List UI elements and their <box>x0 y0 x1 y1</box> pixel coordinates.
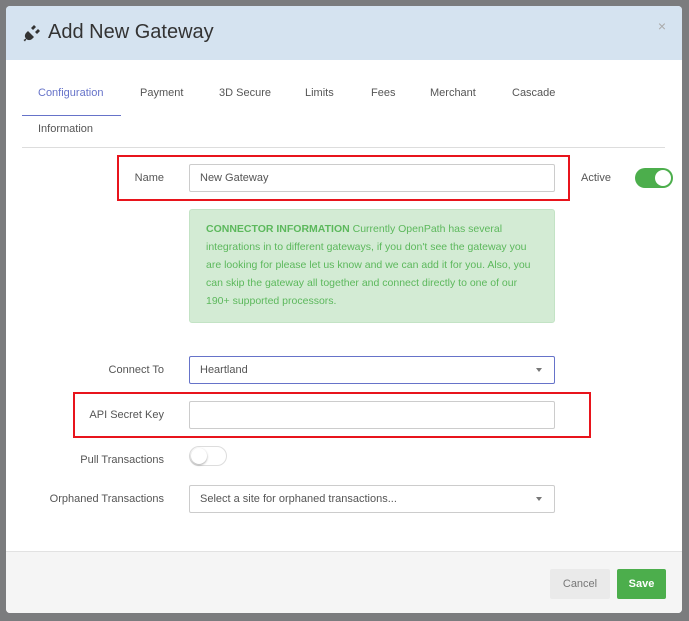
connector-info-alert: CONNECTOR INFORMATION Currently OpenPath… <box>189 209 555 323</box>
info-text: Currently OpenPath has several integrati… <box>206 223 531 307</box>
orphaned-transactions-select[interactable]: Select a site for orphaned transactions.… <box>189 485 555 513</box>
name-input[interactable]: New Gateway <box>189 164 555 192</box>
save-button[interactable]: Save <box>617 569 666 599</box>
api-secret-key-input[interactable] <box>189 401 555 429</box>
tab-payment[interactable]: Payment <box>140 87 183 99</box>
orphaned-placeholder: Select a site for orphaned transactions.… <box>200 493 397 505</box>
info-title: CONNECTOR INFORMATION <box>206 223 350 235</box>
modal-title: Add New Gateway <box>22 21 214 44</box>
tab-bar: Configuration Payment 3D Secure Limits F… <box>22 78 665 148</box>
tab-3d-secure[interactable]: 3D Secure <box>219 87 271 99</box>
chevron-down-icon <box>536 497 542 501</box>
tab-configuration[interactable]: Configuration <box>38 87 103 99</box>
tab-limits[interactable]: Limits <box>305 87 334 99</box>
tab-fees[interactable]: Fees <box>371 87 395 99</box>
orphaned-transactions-label: Orphaned Transactions <box>49 493 164 505</box>
active-label: Active <box>581 172 611 184</box>
modal-title-text: Add New Gateway <box>48 21 214 43</box>
toggle-knob <box>655 170 671 186</box>
add-gateway-modal: Add New Gateway × Configuration Payment … <box>6 6 682 613</box>
toggle-knob <box>191 448 207 464</box>
connect-to-label: Connect To <box>108 364 164 376</box>
active-tab-indicator <box>22 115 121 116</box>
active-toggle[interactable] <box>635 168 673 188</box>
chevron-down-icon <box>536 368 542 372</box>
tab-cascade[interactable]: Cascade <box>512 87 555 99</box>
connect-to-value: Heartland <box>200 364 248 376</box>
modal-footer: Cancel Save <box>6 551 682 613</box>
connect-to-select[interactable]: Heartland <box>189 356 555 384</box>
plug-icon <box>23 24 40 41</box>
tab-merchant[interactable]: Merchant <box>430 87 476 99</box>
pull-transactions-toggle[interactable] <box>189 446 227 466</box>
modal-header: Add New Gateway × <box>6 6 682 60</box>
close-button[interactable]: × <box>658 18 666 34</box>
pull-transactions-label: Pull Transactions <box>80 454 164 466</box>
cancel-button[interactable]: Cancel <box>550 569 610 599</box>
api-secret-key-label: API Secret Key <box>89 409 164 421</box>
tab-information[interactable]: Information <box>38 123 93 135</box>
name-label: Name <box>134 172 164 184</box>
